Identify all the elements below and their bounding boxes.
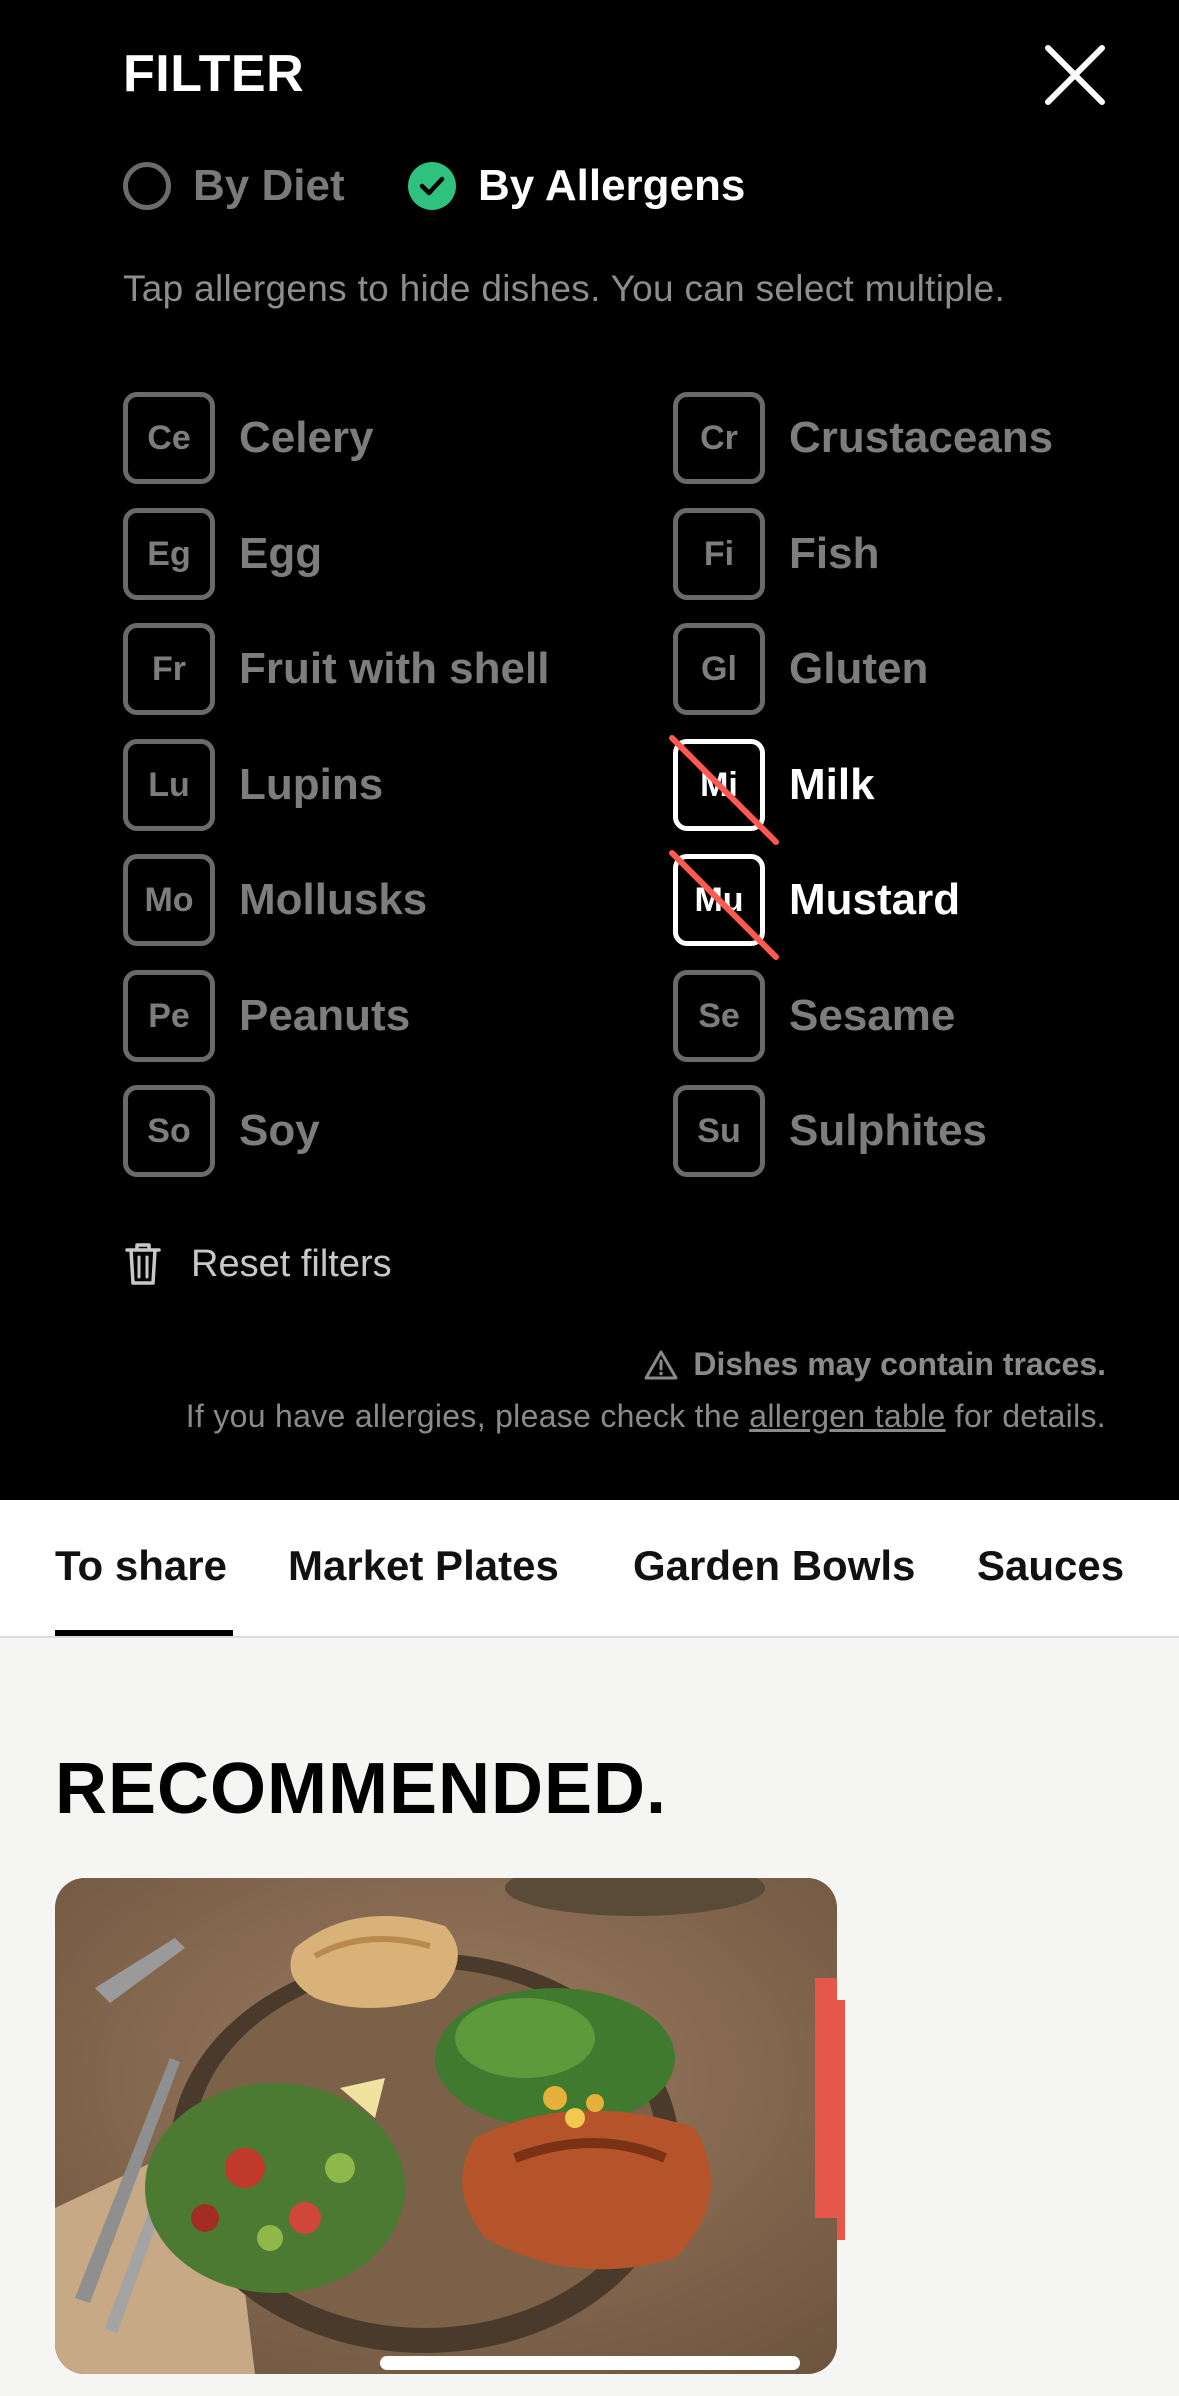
allergen-soy[interactable]: So Soy (123, 1085, 320, 1177)
section-title: RECOMMENDED. (55, 1749, 668, 1829)
tab-garden-bowls[interactable]: Garden Bowls (633, 1542, 915, 1590)
allergen-lupins[interactable]: Lu Lupins (123, 739, 383, 831)
allergy-note-before: If you have allergies, please check the (185, 1398, 750, 1434)
allergen-label: Fruit with shell (239, 644, 550, 693)
allergen-table-link[interactable]: allergen table (749, 1398, 945, 1434)
allergen-badge: Mi (669, 735, 779, 845)
allergen-label: Sesame (789, 991, 956, 1040)
close-icon[interactable] (1040, 40, 1110, 110)
allergen-badge: Mu (669, 850, 779, 960)
allergen-mollusks[interactable]: Mo Mollusks (123, 854, 427, 946)
allergen-label: Lupins (239, 760, 384, 809)
active-tab-indicator (55, 1630, 233, 1636)
mode-by-diet[interactable]: By Diet (123, 158, 345, 214)
allergen-badge: Gl (673, 623, 765, 715)
filter-panel: FILTER By Diet By Allergens Tap allergen… (0, 0, 1179, 1500)
allergen-sesame[interactable]: Se Sesame (673, 970, 955, 1062)
allergen-peanuts[interactable]: Pe Peanuts (123, 970, 410, 1062)
allergen-badge: Cr (673, 392, 765, 484)
allergen-gluten[interactable]: Gl Gluten (673, 623, 928, 715)
category-tabs: To share Market Plates Garden Bowls Sauc… (0, 1500, 1179, 1638)
warning-icon (644, 1350, 678, 1379)
allergen-badge: Pe (123, 970, 215, 1062)
allergen-label: Gluten (789, 644, 929, 693)
allergen-label: Mollusks (239, 875, 428, 924)
filter-title: FILTER (123, 45, 305, 103)
crossed-out-icon (669, 735, 779, 845)
allergen-badge: Se (673, 970, 765, 1062)
allergen-fish[interactable]: Fi Fish (673, 508, 879, 600)
allergen-egg[interactable]: Eg Egg (123, 508, 322, 600)
allergen-badge: Su (673, 1085, 765, 1177)
allergen-badge: Mo (123, 854, 215, 946)
allergen-badge: Fr (123, 623, 215, 715)
allergen-mustard[interactable]: MuMustard (669, 850, 961, 960)
traces-warning-text: Dishes may contain traces. (693, 1346, 1106, 1382)
allergen-label: Egg (239, 529, 323, 578)
filter-hint: Tap allergens to hide dishes. You can se… (123, 268, 1006, 309)
allergy-note: If you have allergies, please check the … (186, 1398, 1106, 1435)
tab-to-share[interactable]: To share (55, 1542, 227, 1590)
mode-by-allergens-label: By Allergens (478, 161, 746, 210)
allergen-label: Fish (789, 529, 880, 578)
crossed-out-icon (669, 850, 779, 960)
allergen-fruit-with-shell[interactable]: Fr Fruit with shell (123, 623, 549, 715)
allergen-badge: Eg (123, 508, 215, 600)
recommended-dish-card[interactable] (55, 1878, 837, 2374)
mode-by-diet-label: By Diet (193, 161, 345, 210)
tab-sauces[interactable]: Sauces (977, 1542, 1124, 1590)
allergen-label: Peanuts (239, 991, 411, 1040)
home-indicator (380, 2356, 800, 2370)
allergen-sulphites[interactable]: Su Sulphites (673, 1085, 987, 1177)
allergen-badge: So (123, 1085, 215, 1177)
allergen-crustaceans[interactable]: Cr Crustaceans (673, 392, 1053, 484)
traces-warning: Dishes may contain traces. (643, 1346, 1106, 1383)
allergen-label: Milk (789, 760, 875, 809)
reset-filters-label: Reset filters (191, 1242, 392, 1285)
allergen-celery[interactable]: Ce Celery (123, 392, 374, 484)
allergy-note-after: for details. (945, 1398, 1106, 1434)
allergen-label: Crustaceans (789, 413, 1054, 462)
dish-image (55, 1878, 837, 2374)
check-icon (408, 162, 456, 210)
allergen-label: Mustard (789, 875, 961, 924)
reset-filters-button[interactable]: Reset filters (123, 1236, 392, 1292)
allergen-milk[interactable]: MiMilk (669, 735, 875, 845)
allergen-badge: Fi (673, 508, 765, 600)
trash-icon (125, 1243, 161, 1285)
mode-by-allergens[interactable]: By Allergens (408, 158, 745, 214)
allergen-label: Sulphites (789, 1106, 988, 1155)
radio-unchecked-icon (123, 162, 171, 210)
allergen-label: Soy (239, 1106, 320, 1155)
allergen-badge: Ce (123, 392, 215, 484)
allergen-badge: Lu (123, 739, 215, 831)
tab-market-plates[interactable]: Market Plates (288, 1542, 559, 1590)
allergen-label: Celery (239, 413, 374, 462)
